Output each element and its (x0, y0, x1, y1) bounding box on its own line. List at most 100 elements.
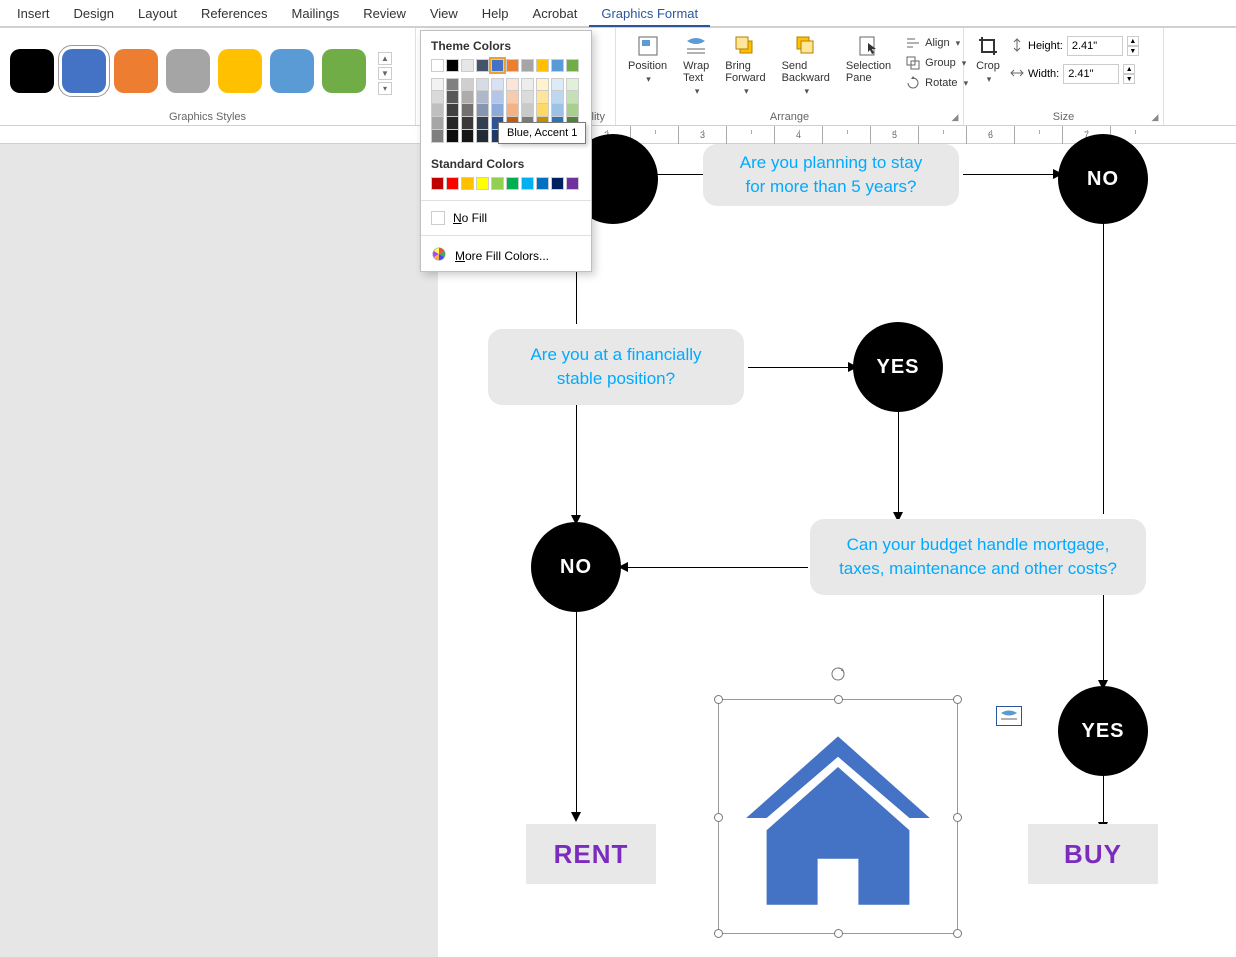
theme-shade-0-0[interactable] (431, 78, 444, 91)
house-graphic[interactable] (736, 716, 940, 925)
theme-shade-0-2[interactable] (461, 78, 474, 91)
theme-shade-1-2[interactable] (461, 91, 474, 104)
theme-shade-2-3[interactable] (476, 104, 489, 117)
styles-up-button[interactable]: ▲ (378, 52, 392, 65)
theme-color-9[interactable] (566, 59, 579, 72)
width-down[interactable]: ▼ (1123, 74, 1135, 84)
height-up[interactable]: ▲ (1127, 36, 1139, 46)
flowchart-yes-1[interactable]: YES (853, 322, 943, 412)
styles-down-button[interactable]: ▼ (378, 67, 392, 80)
resize-handle-w[interactable] (714, 813, 723, 822)
theme-shade-3-0[interactable] (431, 117, 444, 130)
selection-pane-button[interactable]: Selection Pane (840, 32, 897, 86)
theme-shade-0-5[interactable] (506, 78, 519, 91)
tab-layout[interactable]: Layout (126, 2, 189, 27)
style-swatch-3[interactable] (166, 49, 210, 93)
height-input[interactable] (1067, 36, 1123, 56)
theme-shade-1-0[interactable] (431, 91, 444, 104)
standard-color-3[interactable] (476, 177, 489, 190)
resize-handle-n[interactable] (834, 695, 843, 704)
theme-shade-3-3[interactable] (476, 117, 489, 130)
theme-color-8[interactable] (551, 59, 564, 72)
flowchart-yes-2[interactable]: YES (1058, 686, 1148, 776)
theme-shade-2-1[interactable] (446, 104, 459, 117)
tab-graphics-format[interactable]: Graphics Format (589, 2, 710, 27)
theme-color-7[interactable] (536, 59, 549, 72)
theme-shade-0-8[interactable] (551, 78, 564, 91)
theme-shade-1-9[interactable] (566, 91, 579, 104)
flowchart-question-2[interactable]: Are you at a financially stable position… (488, 329, 744, 405)
theme-shade-1-7[interactable] (536, 91, 549, 104)
standard-color-9[interactable] (566, 177, 579, 190)
standard-color-2[interactable] (461, 177, 474, 190)
rotate-handle[interactable] (830, 666, 846, 682)
theme-shade-4-1[interactable] (446, 130, 459, 143)
theme-shade-2-7[interactable] (536, 104, 549, 117)
flowchart-no-1[interactable]: NO (1058, 134, 1148, 224)
theme-shade-0-4[interactable] (491, 78, 504, 91)
theme-shade-4-0[interactable] (431, 130, 444, 143)
theme-shade-0-1[interactable] (446, 78, 459, 91)
theme-shade-2-9[interactable] (566, 104, 579, 117)
theme-color-0[interactable] (431, 59, 444, 72)
more-fill-colors-button[interactable]: More Fill Colors... (421, 240, 591, 271)
tab-acrobat[interactable]: Acrobat (521, 2, 590, 27)
standard-color-8[interactable] (551, 177, 564, 190)
styles-more-button[interactable]: ▾ (378, 82, 392, 95)
standard-color-6[interactable] (521, 177, 534, 190)
rotate-button[interactable]: Rotate▾ (901, 74, 972, 92)
theme-color-1[interactable] (446, 59, 459, 72)
theme-color-6[interactable] (521, 59, 534, 72)
no-fill-button[interactable]: NNo Fillo Fill (421, 205, 591, 231)
theme-shade-1-1[interactable] (446, 91, 459, 104)
align-button[interactable]: Align▾ (901, 34, 972, 52)
theme-color-4[interactable] (491, 59, 504, 72)
flowchart-question-1[interactable]: Are you planning to stay for more than 5… (703, 144, 959, 206)
standard-color-4[interactable] (491, 177, 504, 190)
width-up[interactable]: ▲ (1123, 64, 1135, 74)
theme-shade-2-8[interactable] (551, 104, 564, 117)
width-input[interactable] (1063, 64, 1119, 84)
theme-shade-0-6[interactable] (521, 78, 534, 91)
theme-shade-3-1[interactable] (446, 117, 459, 130)
tab-view[interactable]: View (418, 2, 470, 27)
crop-button[interactable]: Crop▾ (970, 32, 1006, 87)
standard-color-1[interactable] (446, 177, 459, 190)
style-swatch-4[interactable] (218, 49, 262, 93)
theme-color-5[interactable] (506, 59, 519, 72)
tab-insert[interactable]: Insert (5, 2, 62, 27)
tab-help[interactable]: Help (470, 2, 521, 27)
layout-options-button[interactable] (996, 706, 1022, 726)
theme-shade-1-6[interactable] (521, 91, 534, 104)
resize-handle-e[interactable] (953, 813, 962, 822)
theme-shade-1-4[interactable] (491, 91, 504, 104)
style-swatch-1[interactable] (62, 49, 106, 93)
tab-mailings[interactable]: Mailings (280, 2, 352, 27)
theme-shade-1-3[interactable] (476, 91, 489, 104)
theme-shade-2-2[interactable] (461, 104, 474, 117)
theme-shade-0-9[interactable] (566, 78, 579, 91)
theme-shade-0-7[interactable] (536, 78, 549, 91)
theme-shade-2-4[interactable] (491, 104, 504, 117)
tab-design[interactable]: Design (62, 2, 126, 27)
resize-handle-nw[interactable] (714, 695, 723, 704)
resize-handle-s[interactable] (834, 929, 843, 938)
flowchart-no-2[interactable]: NO (531, 522, 621, 612)
style-swatch-2[interactable] (114, 49, 158, 93)
theme-color-3[interactable] (476, 59, 489, 72)
bring-forward-button[interactable]: Bring Forward▾ (719, 32, 771, 99)
arrange-dialog-launcher[interactable]: ◢ (949, 111, 961, 123)
resize-handle-ne[interactable] (953, 695, 962, 704)
wrap-text-button[interactable]: Wrap Text▾ (677, 32, 715, 99)
flowchart-question-3[interactable]: Can your budget handle mortgage, taxes, … (810, 519, 1146, 595)
theme-shade-1-5[interactable] (506, 91, 519, 104)
tab-review[interactable]: Review (351, 2, 418, 27)
position-button[interactable]: Position▾ (622, 32, 673, 87)
group-button[interactable]: Group▾ (901, 54, 972, 72)
resize-handle-se[interactable] (953, 929, 962, 938)
standard-color-7[interactable] (536, 177, 549, 190)
style-swatch-5[interactable] (270, 49, 314, 93)
theme-shade-2-5[interactable] (506, 104, 519, 117)
standard-color-0[interactable] (431, 177, 444, 190)
resize-handle-sw[interactable] (714, 929, 723, 938)
